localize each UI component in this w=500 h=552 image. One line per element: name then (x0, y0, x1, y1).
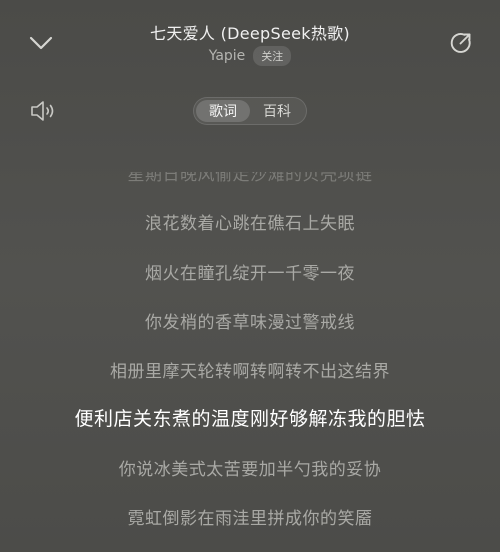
follow-button[interactable]: 关注 (253, 46, 292, 66)
tab-wiki[interactable]: 百科 (250, 100, 304, 122)
artist-row: Yapie 关注 (0, 46, 500, 66)
tab-switch: 歌词 百科 (193, 97, 307, 125)
lyric-line[interactable]: 你说冰美式太苦要加半勺我的妥协 (0, 455, 500, 480)
artist-name[interactable]: Yapie (209, 48, 246, 64)
lyric-line[interactable]: 你发梢的香草味漫过警戒线 (0, 308, 500, 333)
tab-lyrics[interactable]: 歌词 (196, 100, 250, 122)
song-title: 七天爱人 (DeepSeek热歌) (150, 24, 350, 43)
lyric-line[interactable]: 浪花数着心跳在礁石上失眠 (0, 209, 500, 234)
lyric-line[interactable]: 霓虹倒影在雨洼里拼成你的笑靥 (0, 504, 500, 529)
lyric-line[interactable]: 烟火在瞳孔绽开一千零一夜 (0, 259, 500, 284)
lyric-line[interactable]: 相册里摩天轮转啊转啊转不出这结界 (0, 357, 500, 382)
share-icon[interactable] (446, 28, 476, 58)
speaker-icon[interactable] (28, 98, 58, 124)
lyrics-panel[interactable]: 星期日晚风偷走沙滩的贝壳项链 浪花数着心跳在礁石上失眠 烟火在瞳孔绽开一千零一夜… (0, 150, 500, 552)
lyric-line-current[interactable]: 便利店关东煮的温度刚好够解冻我的胆怯 (0, 404, 500, 431)
lyric-line[interactable]: 星期日晚风偷走沙滩的贝壳项链 (0, 172, 500, 185)
